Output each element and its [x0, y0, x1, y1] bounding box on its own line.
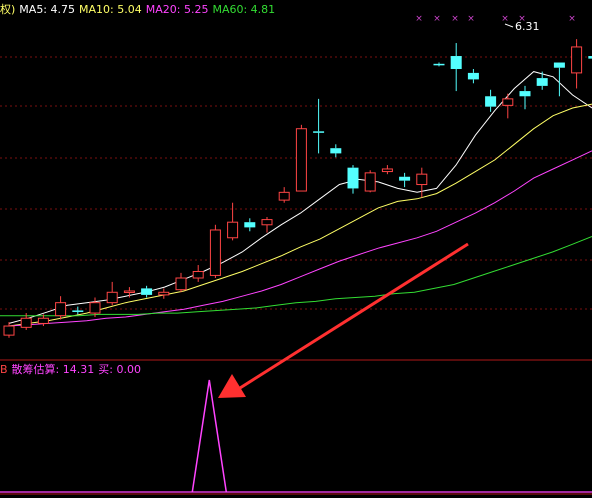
top-markers: × × × × × × × — [415, 14, 576, 28]
red-arrow-annotation — [218, 242, 469, 398]
indicator-panel — [0, 379, 592, 493]
candle-body-down — [536, 78, 548, 86]
marker-x: × — [467, 14, 475, 24]
candle-body-down — [72, 310, 84, 312]
candle-body-up — [381, 168, 393, 173]
candle-body-up — [364, 172, 376, 192]
indicator-label: 散筹估算: 14.31 — [11, 363, 95, 376]
candle-body-up — [209, 229, 221, 276]
candle-body-up — [416, 173, 428, 186]
candle-body-up — [89, 302, 101, 314]
candle-body-down — [347, 167, 359, 189]
candle-body-up — [3, 325, 15, 336]
ma-line-ma60 — [0, 236, 592, 317]
high-price-label: 6.31 — [515, 20, 540, 33]
candle-body-down — [330, 148, 342, 154]
ma-line-ma5 — [8, 71, 592, 324]
marker-x: × — [415, 14, 423, 24]
candles — [3, 39, 592, 338]
legend-prefix: 权) — [0, 3, 16, 16]
candle-body-up — [55, 302, 67, 317]
candle-body-down — [399, 176, 411, 181]
marker-x: × — [568, 14, 576, 24]
candle-body-up — [123, 290, 135, 293]
candle-body-up — [261, 219, 273, 226]
candle-body-up — [278, 191, 290, 201]
candle-body-up — [295, 128, 307, 192]
indicator-legend: B 散筹估算: 14.31 买: 0.00 — [0, 363, 145, 377]
candle-body-up — [158, 291, 170, 296]
high-label-leader — [504, 23, 514, 28]
grid-lines — [0, 56, 592, 495]
candle-body-up — [571, 46, 583, 74]
candle-body-down — [553, 62, 565, 68]
candle-body-down — [588, 56, 592, 59]
candle-body-down — [313, 131, 325, 133]
candle-body-up — [192, 271, 204, 279]
candle-body-up — [106, 291, 118, 304]
marker-x: × — [433, 14, 441, 24]
legend-ma60: MA60: 4.81 — [212, 3, 276, 16]
candle-body-down — [141, 288, 153, 295]
candlestick-chart: × × × × × × × — [0, 14, 592, 495]
indicator-prefix: B — [0, 363, 8, 376]
marker-x: × — [451, 14, 459, 24]
candle-body-up — [175, 277, 187, 291]
arrow-shaft — [239, 242, 469, 390]
candle-body-down — [485, 96, 497, 107]
candle-body-up — [37, 317, 49, 324]
legend-ma5: MA5: 4.75 — [19, 3, 76, 16]
indicator-buy: 买: 0.00 — [98, 363, 141, 376]
legend-ma20: MA20: 5.25 — [145, 3, 209, 16]
candle-body-up — [502, 98, 514, 106]
candle-body-down — [450, 56, 462, 70]
moving-average-lines — [0, 71, 592, 327]
candle-body-down — [467, 72, 479, 80]
main-legend: 权) MA5: 4.75 MA10: 5.04 MA20: 5.25 MA60: 4.8… — [0, 3, 279, 17]
marker-x: × — [501, 14, 509, 24]
candle-body-down — [519, 91, 531, 97]
candle-body-up — [20, 317, 32, 328]
candle-body-down — [433, 63, 445, 66]
legend-ma10: MA10: 5.04 — [79, 3, 142, 16]
candle-body-up — [227, 221, 239, 239]
candle-body-down — [244, 222, 256, 228]
